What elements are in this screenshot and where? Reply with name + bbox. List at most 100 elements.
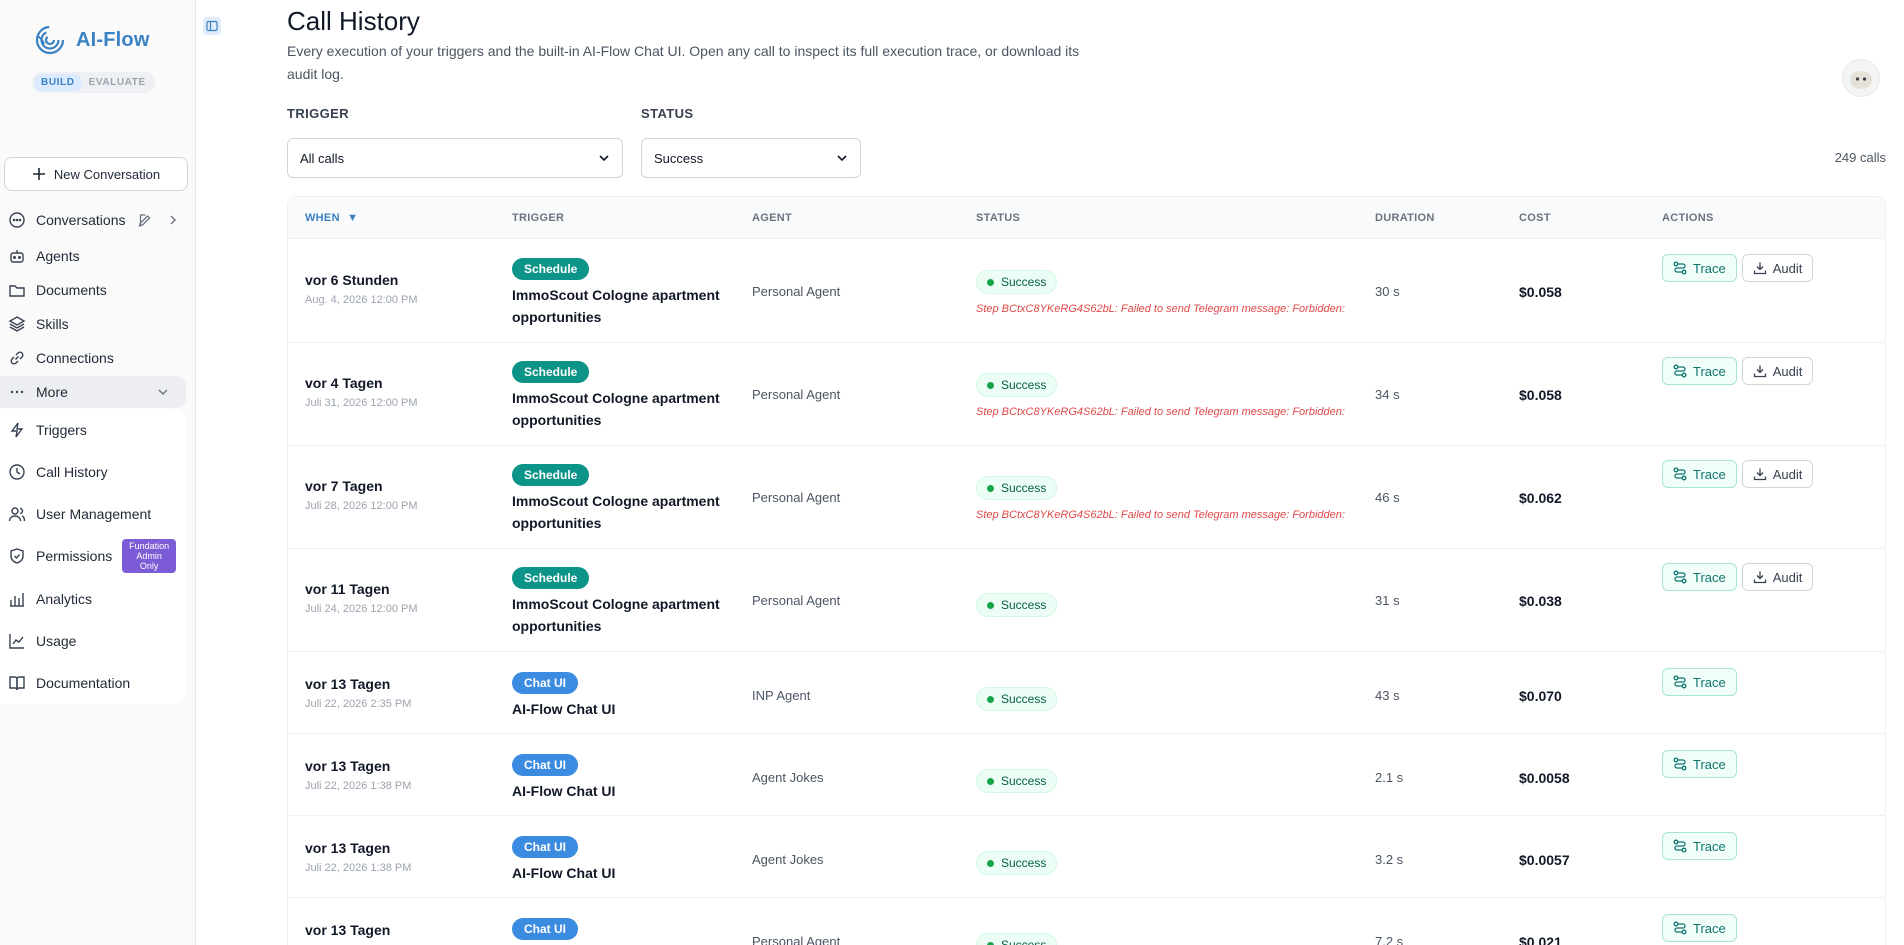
sidebar-toggle-button[interactable] [203, 17, 221, 35]
status-badge: Success [976, 687, 1058, 711]
trigger-filter-select[interactable]: All calls [287, 138, 623, 178]
duration-value: 3.2 s [1375, 852, 1404, 867]
audit-button[interactable]: Audit [1741, 254, 1814, 282]
agent-name: Agent Jokes [752, 852, 824, 867]
sidebar-item-documentation[interactable]: Documentation [0, 667, 186, 699]
cost-value: $0.070 [1519, 688, 1562, 704]
actions-cell: Trace [1662, 832, 1737, 860]
audit-button-label: Audit [1772, 569, 1803, 585]
trace-button[interactable]: Trace [1662, 254, 1737, 282]
link-icon [10, 351, 24, 365]
audit-button-label: Audit [1772, 466, 1803, 482]
status-label: Success [1001, 275, 1047, 289]
when-relative: vor 13 Tagen [305, 922, 391, 938]
when-cell: vor 7 Tagen Juli 28, 2026 12:00 PM [305, 478, 418, 512]
table-row[interactable]: vor 11 Tagen Juli 24, 2026 12:00 PM Sche… [288, 549, 1885, 652]
cost-value: $0.038 [1519, 593, 1562, 609]
agent-name: Personal Agent [752, 593, 841, 608]
new-conversation-label: New Conversation [53, 166, 161, 182]
robot-icon [10, 250, 24, 263]
trace-button[interactable]: Trace [1662, 914, 1737, 942]
sidebar-item-call-history[interactable]: Call History [0, 456, 186, 488]
when-relative: vor 4 Tagen [305, 375, 383, 391]
sidebar-item-usage[interactable]: Usage [0, 625, 186, 657]
actions-cell: Trace [1662, 914, 1737, 942]
trace-button-label: Trace [1693, 920, 1726, 936]
status-badge: Success [976, 270, 1058, 294]
trace-button-label: Trace [1693, 466, 1726, 482]
status-dot-icon [987, 695, 994, 703]
line-chart-icon [9, 634, 24, 649]
status-filter-label: STATUS [641, 106, 694, 121]
duration-value: 43 s [1375, 688, 1400, 703]
sidebar-item-skills[interactable]: Skills [0, 308, 186, 340]
audit-button[interactable]: Audit [1741, 357, 1814, 385]
table-row[interactable]: vor 7 Tagen Juli 28, 2026 12:00 PM Sched… [288, 446, 1885, 549]
status-dot-icon [987, 859, 994, 867]
trace-button[interactable]: Trace [1662, 832, 1737, 860]
edit-icon[interactable] [136, 213, 154, 228]
plus-icon [32, 168, 45, 180]
trigger-cell: Schedule ImmoScout Cologne apartment opp… [512, 258, 727, 328]
when-relative: vor 13 Tagen [305, 758, 391, 774]
brand[interactable]: AI-Flow [34, 24, 150, 56]
trace-button-label: Trace [1693, 756, 1726, 772]
trigger-cell: Chat UI AI-Flow Chat UI [512, 754, 727, 802]
actions-cell: Trace Audit [1662, 254, 1814, 282]
sidebar-item-connections[interactable]: Connections [0, 342, 186, 374]
sidebar-toggle-icon [206, 20, 218, 32]
sidebar-item-agents[interactable]: Agents [0, 240, 186, 272]
column-header-duration: DURATION [1375, 212, 1435, 224]
mode-switch[interactable]: BUILD EVALUATE [32, 72, 155, 93]
when-relative: vor 6 Stunden [305, 272, 399, 288]
trace-button[interactable]: Trace [1662, 460, 1737, 488]
trace-button[interactable]: Trace [1662, 563, 1737, 591]
table-row[interactable]: vor 13 Tagen Juli 22, 2026 1:38 PM Chat … [288, 816, 1885, 898]
sidebar-item-label: Permissions [36, 548, 113, 564]
actions-cell: Trace Audit [1662, 357, 1814, 385]
when-timestamp: Aug. 4, 2026 12:00 PM [305, 294, 418, 306]
audit-button[interactable]: Audit [1741, 563, 1814, 591]
chevron-down-icon[interactable] [154, 387, 172, 397]
trace-button[interactable]: Trace [1662, 668, 1737, 696]
when-cell: vor 13 Tagen Juli 22, 2026 1:38 PM [305, 840, 411, 874]
mode-build[interactable]: BUILD [34, 74, 82, 91]
audit-button[interactable]: Audit [1741, 460, 1814, 488]
sidebar-item-conversations[interactable]: Conversations [0, 204, 186, 236]
table-row[interactable]: vor 13 Tagen Chat UI Personal Agent Succ… [288, 898, 1885, 945]
duration-value: 2.1 s [1375, 770, 1404, 785]
status-cell: Success Step BCtxC8YKeRG4S62bL: Failed t… [976, 373, 1346, 418]
table-row[interactable]: vor 13 Tagen Juli 22, 2026 1:38 PM Chat … [288, 734, 1885, 816]
column-header-when[interactable]: WHEN ▼ [305, 212, 358, 224]
sidebar-item-label: Documents [36, 282, 107, 298]
sidebar-item-documents[interactable]: Documents [0, 274, 186, 306]
agent-name: Personal Agent [752, 934, 841, 945]
column-header-status: STATUS [976, 212, 1021, 224]
status-dot-icon [987, 484, 994, 492]
chevron-right-icon[interactable] [164, 215, 182, 225]
table-row[interactable]: vor 6 Stunden Aug. 4, 2026 12:00 PM Sche… [288, 240, 1885, 343]
table-row[interactable]: vor 13 Tagen Juli 22, 2026 2:35 PM Chat … [288, 652, 1885, 734]
duration-value: 30 s [1375, 284, 1400, 299]
sidebar-item-more[interactable]: More [0, 376, 186, 408]
agent-name: Agent Jokes [752, 770, 824, 785]
mode-evaluate[interactable]: EVALUATE [82, 74, 153, 91]
status-badge: Success [976, 933, 1058, 945]
sidebar-item-label: User Management [36, 506, 152, 522]
avatar[interactable] [1842, 59, 1880, 97]
when-cell: vor 4 Tagen Juli 31, 2026 12:00 PM [305, 375, 418, 409]
sidebar-item-triggers[interactable]: Triggers [0, 414, 186, 446]
table-row[interactable]: vor 4 Tagen Juli 31, 2026 12:00 PM Sched… [288, 343, 1885, 446]
sidebar-item-user-management[interactable]: User Management [0, 498, 186, 530]
new-conversation-button[interactable]: New Conversation [4, 157, 188, 191]
table-header: WHEN ▼ TRIGGER AGENT STATUS DURATION COS… [288, 197, 1885, 239]
trace-button[interactable]: Trace [1662, 750, 1737, 778]
status-filter-select[interactable]: Success [641, 138, 861, 178]
trace-button[interactable]: Trace [1662, 357, 1737, 385]
chat-bubble-icon [9, 212, 25, 228]
sidebar-item-analytics[interactable]: Analytics [0, 583, 186, 615]
when-relative: vor 11 Tagen [305, 581, 390, 597]
sidebar-item-permissions[interactable]: Permissions Fundation Admin Only [0, 539, 186, 573]
ellipsis-icon [10, 390, 24, 394]
column-header-trigger: TRIGGER [512, 212, 565, 224]
